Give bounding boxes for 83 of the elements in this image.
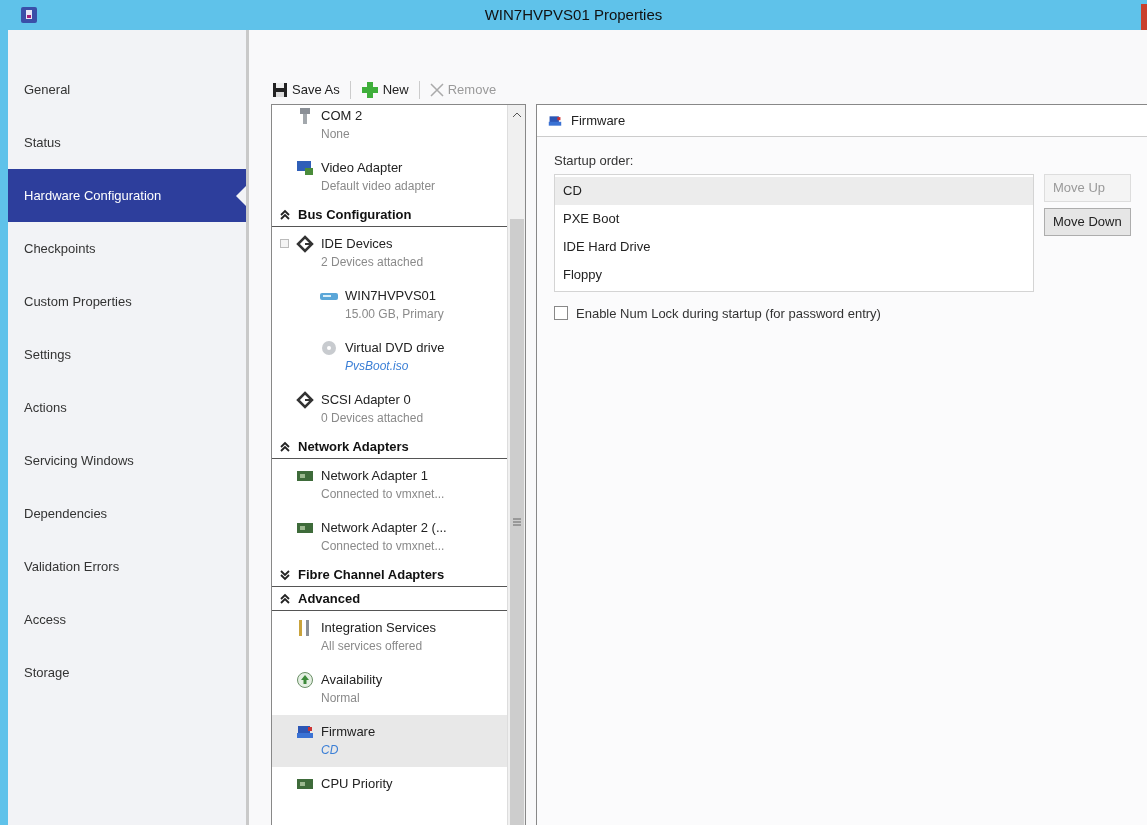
- firmware-icon: [295, 723, 315, 741]
- sidebar-item[interactable]: Settings: [8, 328, 246, 381]
- sidebar-item[interactable]: Custom Properties: [8, 275, 246, 328]
- item-name: Video Adapter: [321, 159, 404, 177]
- window-title: WIN7HVPVS01 Properties: [483, 4, 664, 25]
- hardware-item[interactable]: Availability Normal: [272, 663, 507, 715]
- hardware-item[interactable]: IDE Devices 2 Devices attached: [272, 227, 507, 279]
- collapse-icon[interactable]: [280, 208, 290, 221]
- sidebar-item[interactable]: Hardware Configuration: [8, 169, 246, 222]
- item-detail: PvsBoot.iso: [345, 358, 410, 375]
- close-icon: [429, 83, 444, 97]
- item-name: WIN7HVPVS01: [345, 287, 438, 305]
- item-name: Network Adapter 2 (...: [321, 519, 447, 537]
- plus-icon: [360, 81, 379, 99]
- hardware-item[interactable]: Integration Services All services offered: [272, 611, 507, 663]
- item-detail: 0 Devices attached: [321, 410, 424, 427]
- firmware-icon: [547, 113, 563, 128]
- sidebar-item[interactable]: Servicing Windows: [8, 434, 246, 487]
- list-item[interactable]: Floppy: [555, 260, 1033, 289]
- tree-toggle[interactable]: [280, 239, 289, 248]
- item-detail: Normal: [321, 690, 361, 707]
- item-name: Firmware: [321, 723, 376, 741]
- section-title: Advanced: [298, 589, 361, 608]
- sidebar-item[interactable]: Validation Errors: [8, 540, 246, 593]
- sidebar-item[interactable]: Storage: [8, 646, 246, 699]
- availability-icon: [295, 671, 315, 689]
- sidebar-item[interactable]: Checkpoints: [8, 222, 246, 275]
- item-detail: Default video adapter: [321, 178, 436, 195]
- item-detail: None: [321, 126, 351, 143]
- hardware-item[interactable]: CPU Priority: [272, 767, 507, 801]
- panel-title: Firmware: [571, 111, 626, 130]
- item-detail: Connected to vmxnet...: [321, 538, 446, 555]
- scroll-thumb[interactable]: [509, 219, 524, 825]
- disc-icon: [319, 339, 339, 357]
- scroll-up-icon[interactable]: [511, 111, 522, 119]
- checkbox[interactable]: [554, 306, 568, 321]
- item-detail: All services offered: [321, 638, 424, 655]
- hardware-item[interactable]: Network Adapter 1 Connected to vmxnet...: [272, 459, 507, 511]
- app-icon: [21, 7, 37, 23]
- item-name: SCSI Adapter 0: [321, 391, 412, 409]
- section-title: Fibre Channel Adapters: [298, 565, 445, 584]
- toolbar-button[interactable]: Save As: [270, 80, 342, 100]
- item-name: CPU Priority: [321, 775, 393, 793]
- connector-icon: [295, 391, 315, 409]
- item-name: COM 2: [321, 107, 363, 125]
- item-name: Network Adapter 1: [321, 467, 429, 485]
- section-title: Bus Configuration: [298, 205, 412, 224]
- hardware-item[interactable]: COM 2 None: [272, 105, 507, 151]
- list-item[interactable]: IDE Hard Drive: [555, 232, 1033, 261]
- field-label: Startup order:: [554, 152, 635, 170]
- item-detail: Connected to vmxnet...: [321, 486, 445, 503]
- collapse-icon[interactable]: [280, 440, 290, 453]
- move-button[interactable]: Move Down: [1044, 207, 1131, 236]
- item-name: Virtual DVD drive: [345, 339, 445, 357]
- hardware-item[interactable]: Network Adapter 2 (... Connected to vmxnet...: [272, 511, 507, 563]
- toolbar-button[interactable]: New: [358, 80, 411, 100]
- expand-icon[interactable]: [280, 568, 290, 581]
- sidebar-item[interactable]: Dependencies: [8, 487, 246, 540]
- item-name: Availability: [321, 671, 383, 689]
- monitor-icon: [295, 159, 315, 177]
- hardware-item[interactable]: Video Adapter Default video adapter: [272, 151, 507, 203]
- checkbox-label: Enable Num Lock during startup (for password entry): [576, 304, 881, 323]
- sidebar-item[interactable]: General: [8, 63, 246, 116]
- grip-icon: [512, 518, 521, 526]
- list-item[interactable]: CD: [555, 176, 1033, 205]
- sidebar-item[interactable]: Status: [8, 116, 246, 169]
- hardware-item[interactable]: Firmware CD: [272, 715, 507, 767]
- hardware-item[interactable]: WIN7HVPVS01 15.00 GB, Primary: [272, 279, 507, 331]
- item-name: Integration Services: [321, 619, 436, 637]
- connector-icon: [295, 235, 315, 253]
- section-title: Network Adapters: [298, 437, 409, 456]
- sidebar-item[interactable]: Access: [8, 593, 246, 646]
- hardware-item[interactable]: SCSI Adapter 0 0 Devices attached: [272, 383, 507, 435]
- list-item[interactable]: PXE Boot: [555, 204, 1033, 233]
- item-detail: 2 Devices attached: [321, 254, 424, 271]
- item-detail: 15.00 GB, Primary: [345, 306, 444, 323]
- item-name: IDE Devices: [321, 235, 394, 253]
- collapse-icon[interactable]: [280, 592, 290, 605]
- sidebar-item[interactable]: Actions: [8, 381, 246, 434]
- item-detail: CD: [321, 742, 340, 759]
- scrollbar[interactable]: [507, 105, 525, 825]
- hardware-item[interactable]: Virtual DVD drive PvsBoot.iso: [272, 331, 507, 383]
- save-icon: [272, 82, 288, 98]
